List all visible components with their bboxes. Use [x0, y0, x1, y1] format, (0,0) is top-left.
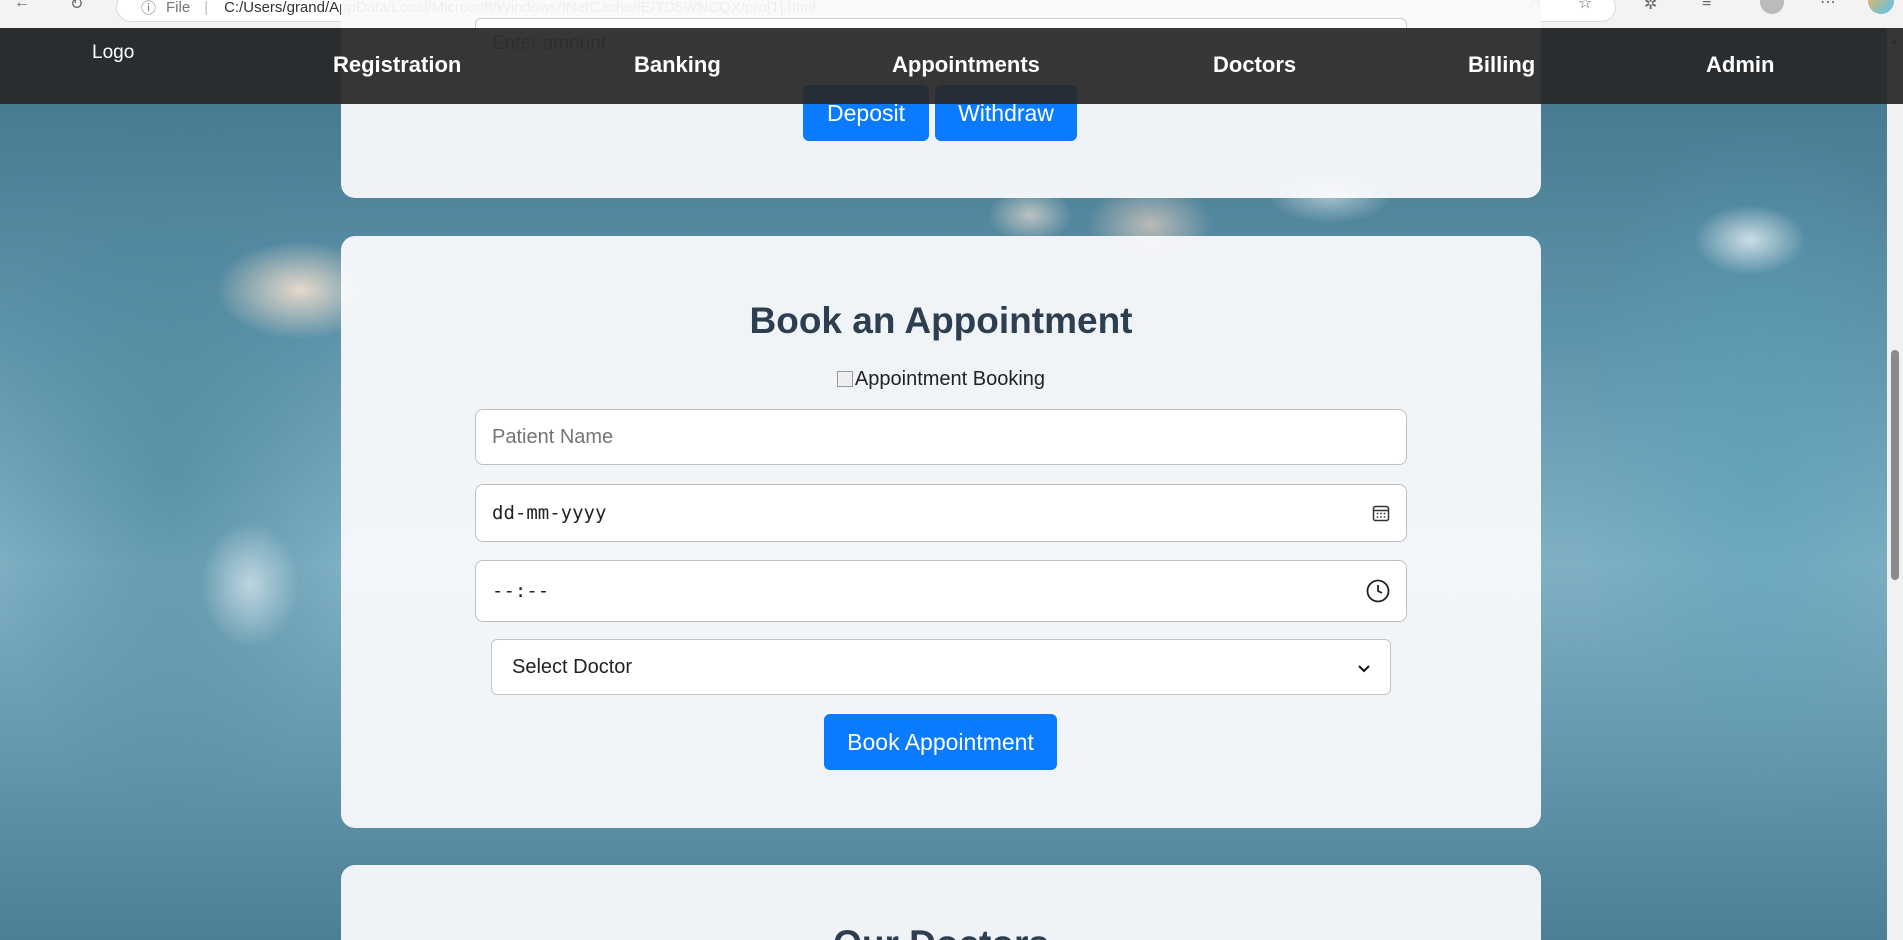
doctor-select[interactable]: Select Doctor	[491, 639, 1391, 695]
back-icon[interactable]: ←	[14, 0, 30, 12]
nav-registration[interactable]: Registration	[333, 52, 461, 78]
main-navbar: Logo Registration Banking Appointments D…	[0, 28, 1903, 104]
scroll-thumb[interactable]	[1891, 350, 1899, 580]
patient-name-input[interactable]: Patient Name	[475, 409, 1407, 465]
copilot-icon[interactable]	[1868, 0, 1894, 14]
date-input[interactable]: dd-mm-yyyy	[475, 484, 1407, 542]
profile-avatar-icon[interactable]	[1760, 0, 1784, 14]
chevron-down-icon	[1358, 656, 1370, 679]
doctors-section-title: Our Doctors	[341, 923, 1541, 940]
doctor-select-value: Select Doctor	[512, 655, 633, 678]
broken-image-icon	[836, 371, 853, 387]
doctors-card: Our Doctors	[341, 865, 1541, 940]
nav-doctors[interactable]: Doctors	[1213, 52, 1296, 78]
image-alt-text: Appointment Booking	[854, 368, 1046, 390]
clock-icon[interactable]	[1366, 579, 1390, 603]
patient-name-placeholder: Patient Name	[492, 425, 614, 448]
section-title: Book an Appointment	[749, 300, 1133, 341]
page-scrollbar[interactable]: ▲	[1887, 28, 1903, 940]
time-placeholder: --:--	[492, 580, 550, 602]
nav-banking[interactable]: Banking	[634, 52, 721, 78]
favorite-star-icon[interactable]: ☆	[1578, 0, 1592, 13]
info-icon[interactable]: ⓘ	[141, 0, 156, 18]
nav-billing[interactable]: Billing	[1468, 52, 1535, 78]
more-options-icon[interactable]: ⋯	[1820, 0, 1836, 12]
appointment-card: Book an Appointment Appointment Booking …	[341, 236, 1541, 828]
time-input[interactable]: --:--	[475, 560, 1407, 622]
date-placeholder: dd-mm-yyyy	[492, 502, 607, 524]
book-appointment-button[interactable]: Book Appointment	[824, 714, 1057, 770]
appointment-image: Appointment Booking	[341, 368, 1541, 391]
nav-appointments[interactable]: Appointments	[892, 52, 1040, 78]
logo[interactable]: Logo	[92, 42, 134, 64]
favorites-list-icon[interactable]: ≡	[1702, 0, 1711, 12]
calendar-icon[interactable]	[1372, 504, 1390, 522]
separator: |	[204, 0, 209, 16]
extensions-icon[interactable]: ✲	[1644, 0, 1657, 14]
nav-admin[interactable]: Admin	[1706, 52, 1774, 78]
file-label: File	[166, 0, 191, 16]
refresh-icon[interactable]: ↻	[70, 0, 83, 14]
